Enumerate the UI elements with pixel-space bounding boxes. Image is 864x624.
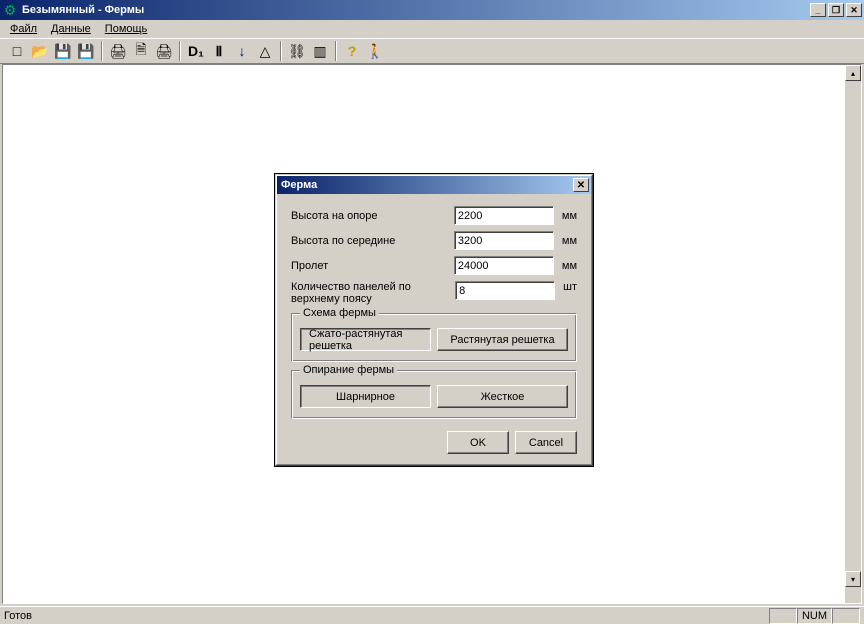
vertical-scrollbar[interactable]: ▴ ▾: [845, 65, 861, 603]
dialog-close-button[interactable]: ✕: [573, 178, 589, 192]
menu-help[interactable]: Помощь: [99, 22, 154, 36]
exit-icon[interactable]: 🚶: [364, 40, 386, 62]
scheme-groupbox: Схема фермы Сжато-растянутая решетка Рас…: [291, 313, 577, 362]
support-groupbox: Опирание фермы Шарнирное Жесткое: [291, 370, 577, 419]
dialog-title: Ферма: [281, 179, 317, 191]
status-num: NUM: [797, 608, 832, 624]
scheme-stretched-button[interactable]: Растянутая решетка: [437, 328, 568, 351]
ok-button[interactable]: OK: [447, 431, 509, 454]
save-icon[interactable]: 💾: [52, 40, 74, 62]
scroll-down-icon[interactable]: ▾: [845, 571, 861, 587]
span-input[interactable]: [454, 256, 554, 275]
separator: [280, 41, 282, 61]
menu-file[interactable]: Файл: [4, 22, 43, 36]
d1-icon[interactable]: D₁: [185, 40, 207, 62]
help-icon[interactable]: ?: [341, 40, 363, 62]
maximize-button[interactable]: ❐: [828, 3, 844, 17]
print-icon[interactable]: 🖨: [107, 40, 129, 62]
window-title: Безымянный - Фермы: [22, 4, 144, 16]
status-cell: [769, 608, 797, 624]
chart-icon[interactable]: ▥: [309, 40, 331, 62]
support-hinged-button[interactable]: Шарнирное: [300, 385, 431, 408]
close-button[interactable]: ✕: [846, 3, 862, 17]
minimize-button[interactable]: _: [810, 3, 826, 17]
scheme-title: Схема фермы: [300, 307, 379, 319]
support-title: Опирание фермы: [300, 364, 397, 376]
preview-icon[interactable]: 🗎: [130, 40, 152, 62]
separator: [101, 41, 103, 61]
unit-pcs: шт: [563, 281, 577, 293]
triangle-icon[interactable]: △: [254, 40, 276, 62]
status-ready: Готов: [4, 610, 769, 622]
menu-data[interactable]: Данные: [45, 22, 97, 36]
height-mid-input[interactable]: [454, 231, 554, 250]
app-icon: ⚙: [2, 2, 18, 18]
toolbar: □ 📂 💾 💾 🖨 🗎 🖨 D₁ Ⅱ ↓ △ ⛓ ▥ ? 🚶: [0, 38, 864, 64]
statusbar: Готов NUM: [0, 606, 864, 624]
arrow-icon[interactable]: ↓: [231, 40, 253, 62]
support-rigid-button[interactable]: Жесткое: [437, 385, 568, 408]
new-icon[interactable]: □: [6, 40, 28, 62]
separator: [179, 41, 181, 61]
unit-mm: мм: [562, 260, 577, 272]
dialog-titlebar[interactable]: Ферма ✕: [277, 176, 591, 194]
columns-icon[interactable]: Ⅱ: [208, 40, 230, 62]
span-label: Пролет: [291, 260, 454, 272]
titlebar: ⚙ Безымянный - Фермы _ ❐ ✕: [0, 0, 864, 20]
scheme-compressed-button[interactable]: Сжато-растянутая решетка: [300, 328, 431, 351]
separator: [335, 41, 337, 61]
scroll-up-icon[interactable]: ▴: [845, 65, 861, 81]
panels-input[interactable]: [455, 281, 555, 300]
scroll-corner: [845, 587, 861, 603]
height-support-input[interactable]: [454, 206, 554, 225]
unit-mm: мм: [562, 235, 577, 247]
height-mid-label: Высота по середине: [291, 235, 454, 247]
print2-icon[interactable]: 🖨: [153, 40, 175, 62]
menubar: Файл Данные Помощь: [0, 20, 864, 38]
cancel-button[interactable]: Cancel: [515, 431, 577, 454]
save2-icon[interactable]: 💾: [75, 40, 97, 62]
height-support-label: Высота на опоре: [291, 210, 454, 222]
panels-label: Количество панелей по верхнему поясу: [291, 281, 455, 305]
dialog-ferma: Ферма ✕ Высота на опоре мм Высота по сер…: [275, 174, 593, 466]
open-icon[interactable]: 📂: [29, 40, 51, 62]
unit-mm: мм: [562, 210, 577, 222]
graph-icon[interactable]: ⛓: [286, 40, 308, 62]
status-cell: [832, 608, 860, 624]
